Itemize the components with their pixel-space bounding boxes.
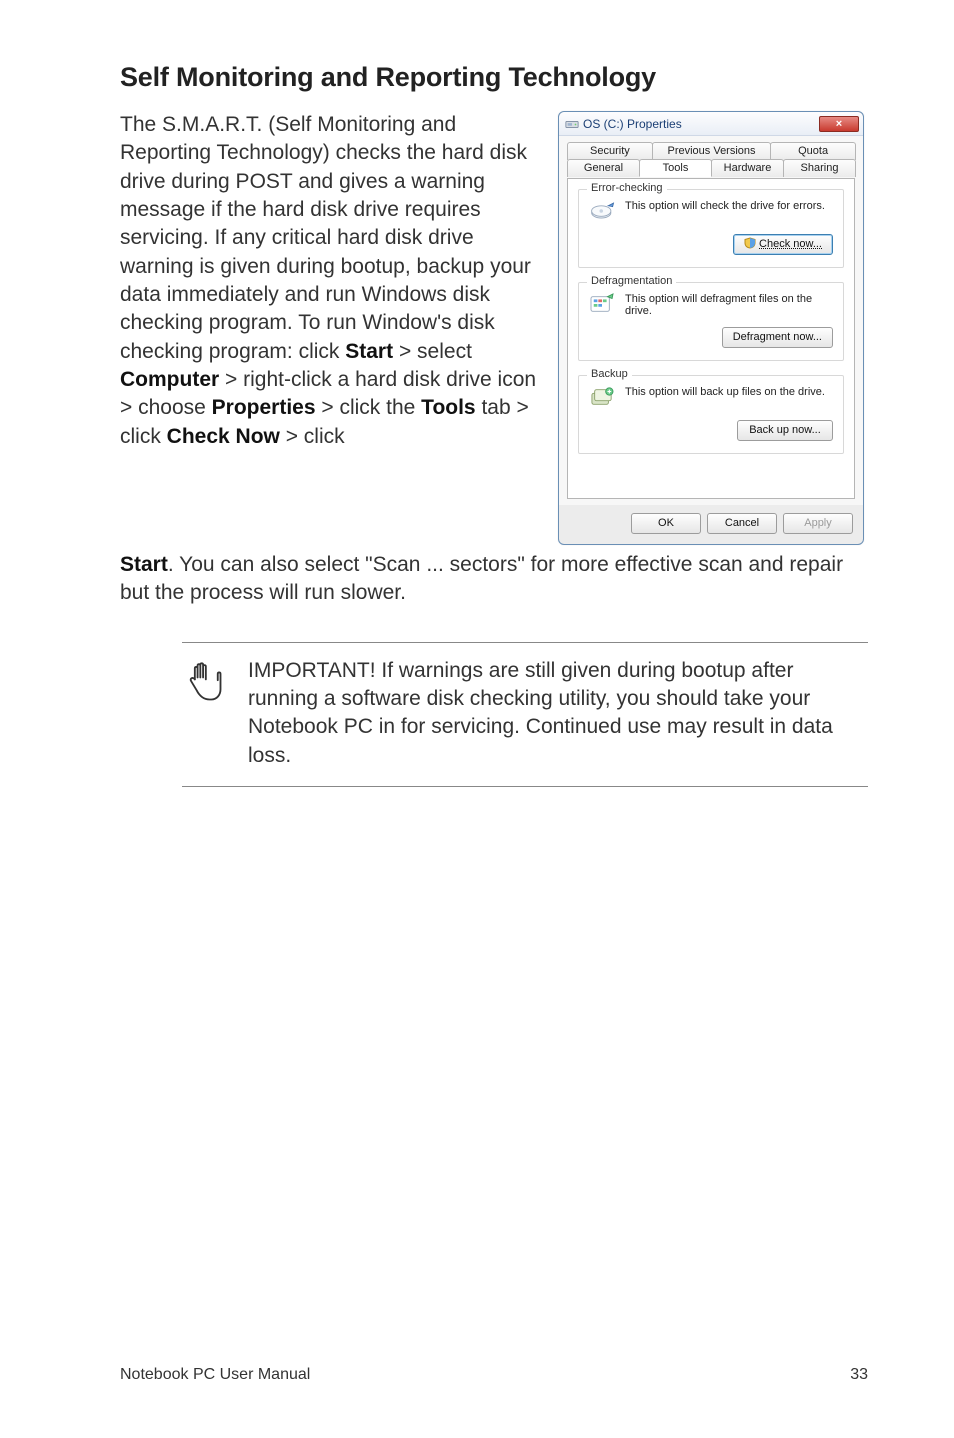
error-check-text: This option will check the drive for err… (625, 200, 825, 212)
dialog-titlebar[interactable]: OS (C:) Properties × (559, 112, 863, 136)
t1: > select (393, 340, 472, 363)
important-note: IMPORTANT! If warnings are still given d… (182, 642, 868, 787)
defrag-icon (589, 293, 617, 317)
apply-button[interactable]: Apply (783, 513, 853, 534)
group-error-checking: Error-checking This option will check th… (578, 189, 844, 268)
disk-check-icon (589, 200, 617, 224)
bold-start: Start (345, 340, 393, 363)
properties-dialog: OS (C:) Properties × Security Previous V… (558, 111, 864, 545)
check-now-label: Check now... (759, 238, 822, 250)
bold-tools: Tools (421, 396, 475, 419)
bold-start-2: Start (120, 553, 168, 576)
tab-quota[interactable]: Quota (770, 142, 856, 160)
hand-stop-icon (182, 657, 230, 714)
tab-strip: Security Previous Versions Quota General… (567, 142, 855, 178)
note-text: IMPORTANT! If warnings are still given d… (248, 657, 868, 770)
body-paragraph-left: The S.M.A.R.T. (Self Monitoring and Repo… (120, 111, 540, 451)
section-heading: Self Monitoring and Reporting Technology (120, 62, 868, 93)
defragment-now-button[interactable]: Defragment now... (722, 327, 833, 348)
bold-properties: Properties (212, 396, 316, 419)
para1-part1: The S.M.A.R.T. (Self Monitoring and Repo… (120, 113, 531, 363)
t3: > click the (316, 396, 422, 419)
tab-general[interactable]: General (567, 159, 640, 177)
tab-panel-tools: Error-checking This option will check th… (567, 178, 855, 499)
ok-button[interactable]: OK (631, 513, 701, 534)
page-number: 33 (850, 1366, 868, 1384)
tab-tools[interactable]: Tools (639, 159, 712, 177)
para2-tail: . You can also select "Scan ... sectors"… (120, 553, 843, 604)
page-footer: Notebook PC User Manual 33 (120, 1366, 868, 1384)
close-button[interactable]: × (819, 116, 859, 132)
legend-error-checking: Error-checking (587, 182, 667, 194)
dialog-screenshot: OS (C:) Properties × Security Previous V… (558, 111, 868, 545)
bold-checknow: Check Now (167, 425, 280, 448)
drive-icon (565, 117, 579, 131)
bold-computer: Computer (120, 368, 219, 391)
body-paragraph-continued: Start. You can also select "Scan ... sec… (120, 551, 868, 608)
group-backup: Backup This option will back up files on… (578, 375, 844, 454)
check-now-button[interactable]: Check now... (733, 234, 833, 255)
tab-previous-versions[interactable]: Previous Versions (652, 142, 771, 160)
tab-security[interactable]: Security (567, 142, 653, 160)
t5: > click (280, 425, 345, 448)
tab-sharing[interactable]: Sharing (783, 159, 856, 177)
cancel-button[interactable]: Cancel (707, 513, 777, 534)
tab-row-bottom: General Tools Hardware Sharing (567, 159, 855, 177)
page: Self Monitoring and Reporting Technology… (0, 0, 954, 1438)
legend-defragmentation: Defragmentation (587, 275, 676, 287)
dialog-footer: OK Cancel Apply (559, 505, 863, 544)
shield-icon (744, 237, 756, 256)
backup-icon (589, 386, 617, 410)
tab-hardware[interactable]: Hardware (711, 159, 784, 177)
legend-backup: Backup (587, 368, 632, 380)
defrag-text: This option will defragment files on the… (625, 293, 833, 317)
group-defragmentation: Defragmentation This option will defragm… (578, 282, 844, 361)
dialog-body: Security Previous Versions Quota General… (559, 136, 863, 505)
two-column-block: The S.M.A.R.T. (Self Monitoring and Repo… (120, 111, 868, 545)
backup-now-button[interactable]: Back up now... (737, 420, 833, 441)
tab-row-top: Security Previous Versions Quota (567, 142, 855, 160)
footer-title: Notebook PC User Manual (120, 1366, 310, 1384)
dialog-title: OS (C:) Properties (583, 117, 819, 131)
backup-text: This option will back up files on the dr… (625, 386, 825, 398)
